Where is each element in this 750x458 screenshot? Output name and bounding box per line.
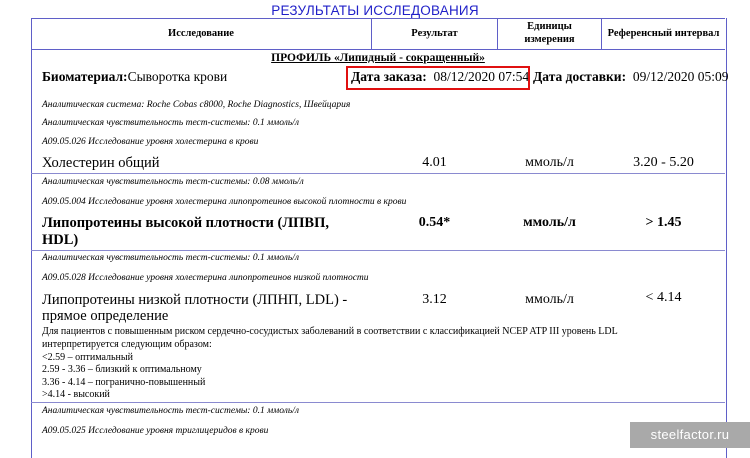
ldl-level: 3.36 - 4.14 – погранично-повышенный <box>42 377 206 388</box>
delivery-date: Дата доставки: 09/12/2020 05:09 <box>533 69 728 85</box>
ldl-note-line2: интерпретируется следующим образом: <box>42 339 212 350</box>
ldl-level: 2.59 - 3.36 – близкий к оптимальному <box>42 364 202 375</box>
header-result: Результат <box>411 28 458 39</box>
test-sensitivity: Аналитическая чувствительность тест-сист… <box>42 118 299 128</box>
test-result: 3.12 <box>422 292 447 307</box>
test-name: Липопротеины высокой плотности (ЛПВП, <box>42 215 329 231</box>
header-units-line1: Единицы <box>527 21 572 32</box>
test-result: 4.01 <box>422 155 447 170</box>
biomaterial: Биоматериал:Сыворотка крови <box>42 69 227 85</box>
test-result-flagged: 0.54* <box>418 215 451 230</box>
test-units: ммоль/л <box>525 155 574 170</box>
header-study: Исследование <box>168 28 234 39</box>
test-units: ммоль/л <box>523 215 576 230</box>
test-name: Холестерин общий <box>42 155 160 171</box>
test-name-line2: прямое определение <box>42 308 169 324</box>
row-divider <box>31 250 725 251</box>
test-sensitivity: Аналитическая чувствительность тест-сист… <box>42 177 304 187</box>
header-units-line2: измерения <box>524 34 575 45</box>
ldl-note-line1: Для пациентов с повышенным риском сердеч… <box>42 326 618 337</box>
row-divider <box>31 402 725 403</box>
test-name: Липопротеины низкой плотности (ЛПНП, LDL… <box>42 292 348 308</box>
ldl-level: <2.59 – оптимальный <box>42 352 133 363</box>
test-reference: 3.20 - 5.20 <box>633 155 694 170</box>
report-title: РЕЗУЛЬТАТЫ ИССЛЕДОВАНИЯ <box>271 3 479 18</box>
table-top-border <box>31 18 725 19</box>
test-name-line2: HDL) <box>42 232 79 248</box>
test-reference: < 4.14 <box>645 290 682 305</box>
test-sensitivity: Аналитическая чувствительность тест-сист… <box>42 253 299 263</box>
profile-title: ПРОФИЛЬ «Липидный - сокращенный» <box>271 52 485 64</box>
test-sensitivity: Аналитическая чувствительность тест-сист… <box>42 406 299 416</box>
analytic-system: Аналитическая система: Roche Cobas c8000… <box>42 100 351 110</box>
test-units: ммоль/л <box>525 292 574 307</box>
row-divider <box>31 173 725 174</box>
delivery-date-label: Дата доставки: <box>533 69 627 84</box>
header-bottom-border <box>31 49 725 50</box>
biomaterial-label: Биоматериал: <box>42 69 128 84</box>
order-date-highlight <box>346 66 530 90</box>
ldl-level: >4.14 - высокий <box>42 389 110 400</box>
test-code: A09.05.026 Исследование уровня холестери… <box>42 137 259 147</box>
delivery-date-value: 09/12/2020 05:09 <box>632 69 729 84</box>
biomaterial-value: Сыворотка крови <box>127 69 228 84</box>
site-watermark: steelfactor.ru <box>630 422 750 448</box>
test-code: A09.05.025 Исследование уровня триглицер… <box>42 426 269 436</box>
test-code: A09.05.028 Исследование уровня холестери… <box>42 273 369 283</box>
test-reference: > 1.45 <box>645 215 682 230</box>
test-code: A09.05.004 Исследование уровня холестери… <box>42 197 407 207</box>
header-reference: Референсный интервал <box>607 28 720 39</box>
